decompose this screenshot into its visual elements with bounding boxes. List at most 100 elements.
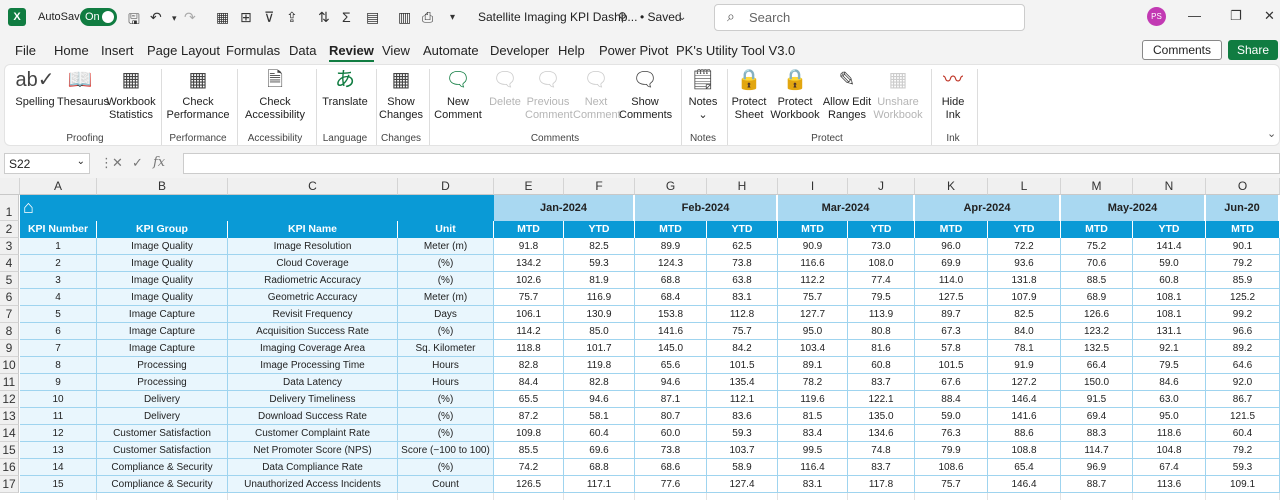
table-cell[interactable]: 68.9 xyxy=(1061,289,1133,306)
table-cell[interactable] xyxy=(635,493,707,500)
table-cell[interactable]: 65.6 xyxy=(635,357,707,374)
table-cell[interactable]: 88.3 xyxy=(1061,425,1133,442)
table-cell[interactable]: 68.4 xyxy=(635,289,707,306)
table-cell[interactable]: 95.0 xyxy=(1133,408,1206,425)
sum-icon[interactable]: Σ xyxy=(342,9,351,25)
table-cell[interactable]: 104.8 xyxy=(1133,442,1206,459)
table-cell[interactable]: Processing xyxy=(97,374,228,391)
table-cell[interactable]: (%) xyxy=(398,272,494,289)
table-cell[interactable]: 15 xyxy=(20,476,97,493)
table-cell[interactable]: 127.4 xyxy=(707,476,778,493)
column-header-h[interactable]: H xyxy=(707,178,778,195)
table-cell[interactable]: 66.4 xyxy=(1061,357,1133,374)
table-cell[interactable]: 77.4 xyxy=(848,272,915,289)
table-cell[interactable]: Download Success Rate xyxy=(228,408,398,425)
table-cell[interactable]: 84.0 xyxy=(988,323,1061,340)
worksheet[interactable]: A B C D E F G H I J K L M N O 1 2 3 4 5 6 7 8 9 10 11 12 13 14 15 16 17… xyxy=(0,178,1280,500)
table-cell[interactable]: 60.4 xyxy=(1206,425,1280,442)
table-cell[interactable]: Processing xyxy=(97,357,228,374)
row-header-16[interactable]: 16 xyxy=(0,459,19,476)
table-cell[interactable]: 89.1 xyxy=(778,357,848,374)
table-cell[interactable]: 141.6 xyxy=(635,323,707,340)
table-cell[interactable]: 67.6 xyxy=(915,374,988,391)
table-cell[interactable]: 88.6 xyxy=(988,425,1061,442)
autosave-toggle[interactable]: On xyxy=(80,8,117,26)
table-cell[interactable] xyxy=(97,493,228,500)
table-cell[interactable] xyxy=(20,493,97,500)
table-cell[interactable]: 92.1 xyxy=(1133,340,1206,357)
column-header-m[interactable]: M xyxy=(1061,178,1133,195)
table-cell[interactable]: 82.5 xyxy=(564,238,635,255)
saved-chevron-icon[interactable]: ⌄ xyxy=(678,12,686,23)
table-cell[interactable] xyxy=(564,493,635,500)
menu-automate[interactable]: Automate xyxy=(423,43,479,58)
row-header-13[interactable]: 13 xyxy=(0,408,19,425)
previous-comment-button[interactable]: 🗨 Previous Comment xyxy=(525,67,573,122)
formula-input[interactable] xyxy=(183,153,1280,174)
table-cell[interactable]: 83.1 xyxy=(778,476,848,493)
menu-developer[interactable]: Developer xyxy=(490,43,549,58)
table-cell[interactable]: 68.8 xyxy=(564,459,635,476)
table-cell[interactable]: 102.6 xyxy=(494,272,564,289)
new-comment-button[interactable]: 🗨 New Comment xyxy=(433,67,483,122)
check-performance-button[interactable]: ▦ Check Performance xyxy=(165,67,231,122)
table-cell[interactable]: 59.0 xyxy=(915,408,988,425)
table-cell[interactable]: 135.0 xyxy=(848,408,915,425)
table-cell[interactable]: 127.2 xyxy=(988,374,1061,391)
table-cell[interactable]: Score (−100 to 100) xyxy=(398,442,494,459)
table-cell[interactable]: 113.6 xyxy=(1133,476,1206,493)
table-cell[interactable]: Image Capture xyxy=(97,306,228,323)
table-cell[interactable] xyxy=(398,493,494,500)
table-cell[interactable]: 65.5 xyxy=(494,391,564,408)
comments-button[interactable]: Comments xyxy=(1142,40,1222,60)
table-cell[interactable]: (%) xyxy=(398,255,494,272)
collapse-ribbon-icon[interactable]: ⌄ xyxy=(1267,127,1276,140)
column-header-n[interactable]: N xyxy=(1133,178,1206,195)
row-header-2[interactable]: 2 xyxy=(0,221,19,238)
menu-insert[interactable]: Insert xyxy=(101,43,134,58)
avatar[interactable]: PS xyxy=(1147,7,1166,26)
table-cell[interactable]: 146.4 xyxy=(988,391,1061,408)
table-cell[interactable]: Data Compliance Rate xyxy=(228,459,398,476)
column-header-d[interactable]: D xyxy=(398,178,494,195)
table-cell[interactable]: 126.5 xyxy=(494,476,564,493)
table-cell[interactable] xyxy=(988,493,1061,500)
table-cell[interactable]: 81.5 xyxy=(778,408,848,425)
table-cell[interactable]: 93.6 xyxy=(988,255,1061,272)
table-cell[interactable]: 87.2 xyxy=(494,408,564,425)
table-cell[interactable]: 108.1 xyxy=(1133,289,1206,306)
table-cell[interactable]: 59.3 xyxy=(564,255,635,272)
table-cell[interactable]: Image Quality xyxy=(97,289,228,306)
table-cell[interactable]: 60.0 xyxy=(635,425,707,442)
table-cell[interactable]: 96.9 xyxy=(1061,459,1133,476)
search-box[interactable]: ⌕ Search xyxy=(714,4,1025,31)
close-icon[interactable]: ✕ xyxy=(1264,8,1275,24)
table-cell[interactable]: Count xyxy=(398,476,494,493)
table-cell[interactable]: 78.2 xyxy=(778,374,848,391)
table-cell[interactable]: 73.8 xyxy=(707,255,778,272)
workbook-statistics-button[interactable]: ▦ Workbook Statistics xyxy=(105,67,157,122)
row-header-7[interactable]: 7 xyxy=(0,306,19,323)
table-cell[interactable]: 72.2 xyxy=(988,238,1061,255)
show-comments-button[interactable]: 🗨 Show Comments xyxy=(619,67,672,122)
menu-view[interactable]: View xyxy=(382,43,410,58)
table-cell[interactable]: 73.8 xyxy=(635,442,707,459)
table-cell[interactable]: 60.4 xyxy=(564,425,635,442)
column-header-c[interactable]: C xyxy=(228,178,398,195)
row-header-4[interactable]: 4 xyxy=(0,255,19,272)
table-cell[interactable]: 103.4 xyxy=(778,340,848,357)
allow-edit-ranges-button[interactable]: ✎ Allow Edit Ranges xyxy=(821,67,873,122)
column-header-l[interactable]: L xyxy=(988,178,1061,195)
table-cell[interactable]: 84.4 xyxy=(494,374,564,391)
table-cell[interactable]: 119.8 xyxy=(564,357,635,374)
table-cell[interactable]: 81.9 xyxy=(564,272,635,289)
name-box-chevron-icon[interactable]: ⌄ xyxy=(77,156,85,167)
table-cell[interactable]: 116.6 xyxy=(778,255,848,272)
table-cell[interactable]: 90.1 xyxy=(1206,238,1280,255)
table-cell[interactable]: 94.6 xyxy=(635,374,707,391)
column-header-k[interactable]: K xyxy=(915,178,988,195)
table-cell[interactable]: Compliance & Security xyxy=(97,459,228,476)
table-cell[interactable]: 109.1 xyxy=(1206,476,1280,493)
format-icon[interactable]: ▤ xyxy=(366,9,379,26)
insert-function-icon[interactable]: fx xyxy=(153,155,165,170)
